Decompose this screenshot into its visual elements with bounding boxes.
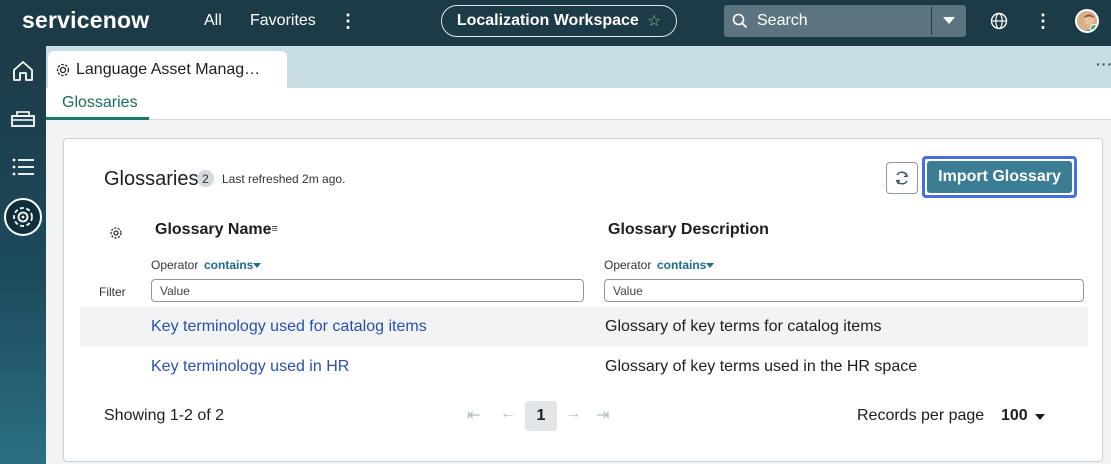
tab-label: Language Asset Manag… (76, 60, 261, 78)
operator-chevron-down-icon[interactable] (253, 263, 261, 268)
page-title: Glossaries (104, 168, 199, 190)
subtab-bar: Glossaries (46, 88, 1111, 120)
operator-label-name: Operator (151, 258, 199, 272)
globe-icon[interactable] (990, 12, 1008, 30)
workspace-title: Localization Workspace (456, 12, 639, 29)
glossary-name-link[interactable]: Key terminology used in HR (151, 358, 349, 376)
favorite-star-icon[interactable]: ☆ (647, 11, 661, 31)
main-content: Glossaries Glossaries 2 Last refreshed 2… (46, 88, 1111, 464)
presence-online-dot (1090, 24, 1097, 31)
table-row: Key terminology used in HR Glossary of k… (80, 347, 1088, 387)
filter-input-name[interactable] (151, 279, 584, 302)
workspace-title-pill[interactable]: Localization Workspace ☆ (441, 5, 677, 37)
home-icon[interactable] (10, 58, 36, 84)
top-navigation: servicenow All Favorites ⋮ Localization … (0, 0, 1111, 46)
tab-glossaries[interactable]: Glossaries (62, 94, 138, 112)
search-icon (732, 13, 748, 29)
previous-page-icon[interactable]: ← (500, 405, 516, 423)
servicenow-logo[interactable]: servicenow (22, 7, 149, 34)
sort-ascending-icon[interactable]: ↑≡ (266, 223, 278, 235)
last-refreshed-text: Last refreshed 2m ago. (222, 172, 346, 186)
glossaries-card: Glossaries 2 Last refreshed 2m ago. Impo… (63, 138, 1103, 462)
user-avatar[interactable] (1075, 9, 1099, 33)
refresh-button[interactable] (886, 162, 918, 194)
records-per-page-label: Records per page (857, 407, 985, 424)
search-divider (931, 7, 932, 35)
records-per-page-chevron-down-icon[interactable] (1035, 414, 1045, 420)
nav-favorites-menu[interactable]: Favorites (250, 12, 316, 30)
count-badge: 2 (197, 170, 214, 187)
glossary-description: Glossary of key terms for catalog items (605, 318, 882, 335)
filter-label: Filter (99, 285, 126, 299)
table-row: Key terminology used for catalog items G… (80, 307, 1088, 347)
next-page-icon[interactable]: → (565, 405, 581, 423)
column-settings-icon[interactable] (108, 225, 124, 241)
localization-tab-icon (56, 63, 70, 76)
glossary-name-link[interactable]: Key terminology used for catalog items (151, 318, 427, 336)
active-tab-indicator (46, 117, 149, 120)
global-search[interactable]: Search (724, 5, 966, 37)
first-page-icon[interactable]: ⇤ (467, 405, 480, 425)
tab-language-asset-management[interactable]: Language Asset Manag… (48, 51, 287, 88)
operator-select-description[interactable]: contains (657, 258, 706, 272)
operator-select-name[interactable]: contains (204, 258, 253, 272)
import-glossary-button[interactable]: Import Glossary (922, 156, 1077, 198)
nav-all-menu[interactable]: All (204, 12, 222, 30)
filter-input-description[interactable] (604, 279, 1084, 302)
last-page-icon[interactable]: ⇥ (596, 405, 609, 425)
workspace-tab-strip: Language Asset Manag… ··· (46, 46, 1111, 88)
left-rail (0, 46, 46, 464)
tab-overflow-icon[interactable]: ··· (1096, 56, 1111, 72)
import-glossary-label: Import Glossary (927, 161, 1072, 193)
operator-chevron-down-icon[interactable] (706, 263, 714, 268)
column-header-glossary-name[interactable]: Glossary Name (155, 221, 272, 239)
search-placeholder: Search (757, 12, 808, 29)
localization-icon (13, 207, 33, 227)
refresh-icon (895, 171, 909, 185)
operator-label-description: Operator (604, 258, 652, 272)
user-menu-more-icon[interactable]: ⋮ (1034, 11, 1052, 32)
showing-count: Showing 1-2 of 2 (104, 407, 225, 424)
search-scope-chevron-down-icon[interactable] (943, 17, 955, 24)
rail-item-localization-active[interactable] (4, 198, 42, 236)
inbox-icon[interactable] (10, 107, 36, 133)
records-per-page-select[interactable]: 100 (1001, 407, 1028, 425)
nav-more-icon[interactable]: ⋮ (339, 11, 357, 32)
current-page-button[interactable]: 1 (525, 401, 557, 431)
column-header-glossary-description[interactable]: Glossary Description (608, 221, 769, 239)
list-icon[interactable] (10, 154, 36, 180)
glossary-description: Glossary of key terms used in the HR spa… (605, 358, 918, 375)
